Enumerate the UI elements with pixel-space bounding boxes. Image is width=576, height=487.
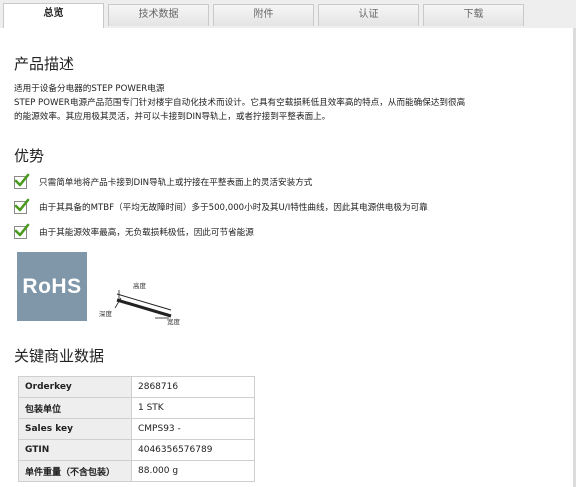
table-row: 单件重量（不含包装） 88.000 g — [18, 460, 255, 482]
value-cell: CMPS93 - — [131, 418, 255, 440]
advantage-text: 由于其具备的MTBF（平均无故障时间）多于500,000小时及其U/I特性曲线，… — [39, 203, 428, 213]
checkbox-check-icon — [14, 223, 30, 239]
tab-bar: 总览 技术数据 附件 认证 下载 — [0, 0, 576, 28]
dimension-label-width: 宽度 — [167, 318, 180, 326]
tab-certification[interactable]: 认证 — [318, 4, 419, 26]
advantage-text: 由于其能源效率最高，无负载损耗极低，因此可节省能源 — [39, 228, 254, 238]
product-description: 适用于设备分电器的STEP POWER电源 STEP POWER电源产品范围专门… — [14, 82, 562, 124]
dimension-label-depth: 深度 — [99, 310, 112, 318]
tab-downloads[interactable]: 下载 — [423, 4, 524, 26]
value-cell: 2868716 — [131, 376, 255, 398]
key-cell: 包装单位 — [18, 397, 132, 419]
key-cell: Orderkey — [18, 376, 132, 398]
key-cell: Sales key — [18, 418, 132, 440]
tab-technical-data[interactable]: 技术数据 — [108, 4, 209, 26]
checkbox-check-icon — [14, 173, 30, 189]
product-description-heading: 产品描述 — [14, 55, 75, 73]
description-line: 适用于设备分电器的STEP POWER电源 — [14, 84, 165, 94]
advantage-item: 由于其具备的MTBF（平均无故障时间）多于500,000小时及其U/I特性曲线，… — [14, 198, 428, 215]
table-row: Sales key CMPS93 - — [18, 418, 255, 440]
advantage-item: 只需简单地将产品卡接到DIN导轨上或拧接在平整表面上的灵活安装方式 — [14, 173, 313, 190]
advantage-item: 由于其能源效率最高，无负载损耗极低，因此可节省能源 — [14, 223, 254, 240]
value-cell: 1 STK — [131, 397, 255, 419]
key-data-table: Orderkey 2868716 包装单位 1 STK Sales key CM… — [18, 376, 255, 482]
description-line: STEP POWER电源产品范围专门针对楼宇自动化技术而设计。它具有空载损耗低且… — [14, 98, 466, 108]
rohs-logo: RoHS — [17, 252, 87, 321]
table-row: GTIN 4046356576789 — [18, 439, 255, 461]
dimension-label-height: 高度 — [133, 282, 146, 290]
value-cell: 4046356576789 — [131, 439, 255, 461]
key-cell: 单件重量（不含包装） — [18, 460, 132, 482]
advantages-heading: 优势 — [14, 147, 45, 165]
key-cell: GTIN — [18, 439, 132, 461]
table-row: Orderkey 2868716 — [18, 376, 255, 398]
table-row: 包装单位 1 STK — [18, 397, 255, 419]
tab-accessories[interactable]: 附件 — [213, 4, 314, 26]
tab-overview[interactable]: 总览 — [3, 3, 104, 28]
key-data-heading: 关键商业数据 — [14, 347, 105, 365]
value-cell: 88.000 g — [131, 460, 255, 482]
advantage-text: 只需简单地将产品卡接到DIN导轨上或拧接在平整表面上的灵活安装方式 — [39, 178, 313, 188]
checkbox-check-icon — [14, 198, 30, 214]
dimension-diagram: 高度 深度 宽度 — [99, 278, 189, 326]
description-line: 的能源效率。其应用极其灵活，并可以卡接到DIN导轨上，或者拧接到平整表面上。 — [14, 112, 331, 122]
